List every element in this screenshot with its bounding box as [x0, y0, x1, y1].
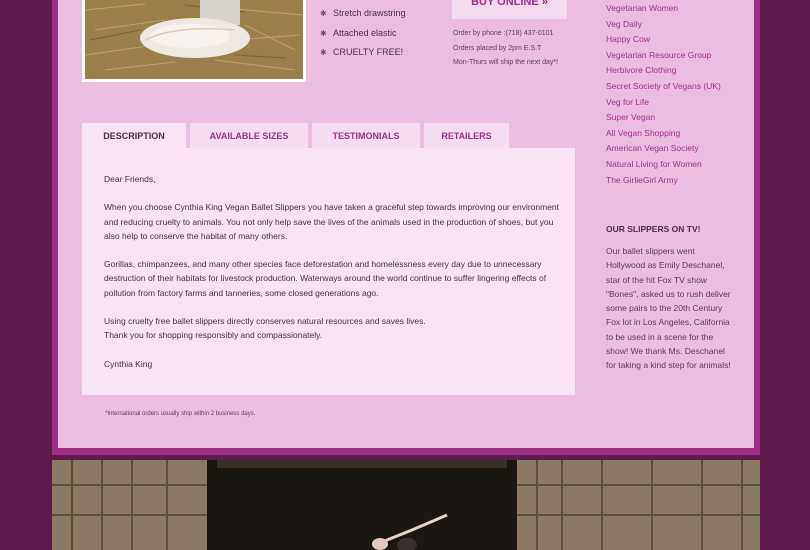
sidebar-link[interactable]: Vegetarian Women: [606, 1, 721, 17]
signature: Cynthia King: [104, 358, 153, 369]
sidebar-link[interactable]: Herbivore Clothing: [606, 63, 721, 79]
description-paragraph: Using cruelty free ballet slippers direc…: [104, 315, 426, 326]
sidebar-link[interactable]: American Vegan Society: [606, 141, 721, 157]
buy-online-label: BUY ONLINE »: [471, 0, 548, 8]
order-phone: Order by phone :(718) 437-0101: [453, 30, 554, 37]
feature-item: ✱ Stretch drawstring: [320, 4, 406, 24]
greeting: Dear Friends,: [104, 174, 156, 184]
ballet-slipper-image: [85, 0, 303, 79]
tab-description[interactable]: DESCRIPTION: [82, 123, 186, 149]
order-shipping: Mon-Thurs will ship the next day*!: [453, 59, 559, 66]
description-paragraph: Gorillas, chimpanzees, and many other sp…: [104, 259, 547, 298]
tab-retailers[interactable]: RETAILERS: [424, 123, 509, 148]
tv-text: Our ballet slippers went Hollywood as Em…: [606, 246, 731, 371]
feature-item: ✱ CRUELTY FREE!: [320, 43, 406, 63]
tab-testimonials[interactable]: TESTIMONIALS: [312, 123, 420, 148]
buy-online-button[interactable]: BUY ONLINE »: [452, 0, 567, 19]
sidebar-link[interactable]: Secret Society of Vegans (UK): [606, 79, 721, 95]
description-paragraph: Thank you for shopping responsibly and c…: [104, 330, 323, 341]
bullet-icon: ✱: [320, 28, 327, 38]
sidebar-link[interactable]: Super Vegan: [606, 110, 721, 126]
sidebar-link[interactable]: All Vegan Shopping: [606, 126, 721, 142]
sidebar-link[interactable]: Veg for Life: [606, 95, 721, 111]
description-panel: Dear Friends, When you choose Cynthia Ki…: [82, 148, 575, 395]
dancer-image: [52, 460, 760, 550]
feature-list: ✱ Stretch drawstring ✱ Attached elastic ✱ C…: [320, 4, 406, 63]
bullet-icon: ✱: [320, 48, 327, 57]
bullet-icon: ✱: [320, 9, 327, 18]
sidebar-link[interactable]: Vegetarian Resource Group: [606, 48, 721, 64]
sidebar-link[interactable]: Natural Living for Women: [606, 157, 721, 173]
shipping-footnote: *International orders usually ship withi…: [105, 411, 256, 417]
product-photo: [82, 0, 306, 82]
feature-item: ✱ Attached elastic: [320, 24, 406, 44]
tab-available-sizes[interactable]: AVAILABLE SIZES: [190, 123, 308, 148]
sidebar-link[interactable]: The GirlieGirl Army: [606, 173, 721, 189]
order-cutoff: Orders placed by 2pm E.S.T: [453, 44, 542, 52]
sidebar-link[interactable]: Veg Daily: [606, 17, 721, 33]
barn-dancer-photo: [52, 460, 760, 550]
description-text: Dear Friends, When you choose Cynthia Ki…: [104, 172, 560, 385]
description-paragraph: When you choose Cynthia King Vegan Balle…: [104, 202, 560, 241]
tv-heading: OUR SLIPPERS ON TV!: [606, 224, 701, 234]
order-info: Order by phone :(718) 437-0101 Orders pl…: [453, 27, 558, 71]
sidebar-links: Vegetarian Women Veg Daily Happy Cow Veg…: [606, 1, 721, 188]
sidebar-link[interactable]: Happy Cow: [606, 32, 721, 48]
